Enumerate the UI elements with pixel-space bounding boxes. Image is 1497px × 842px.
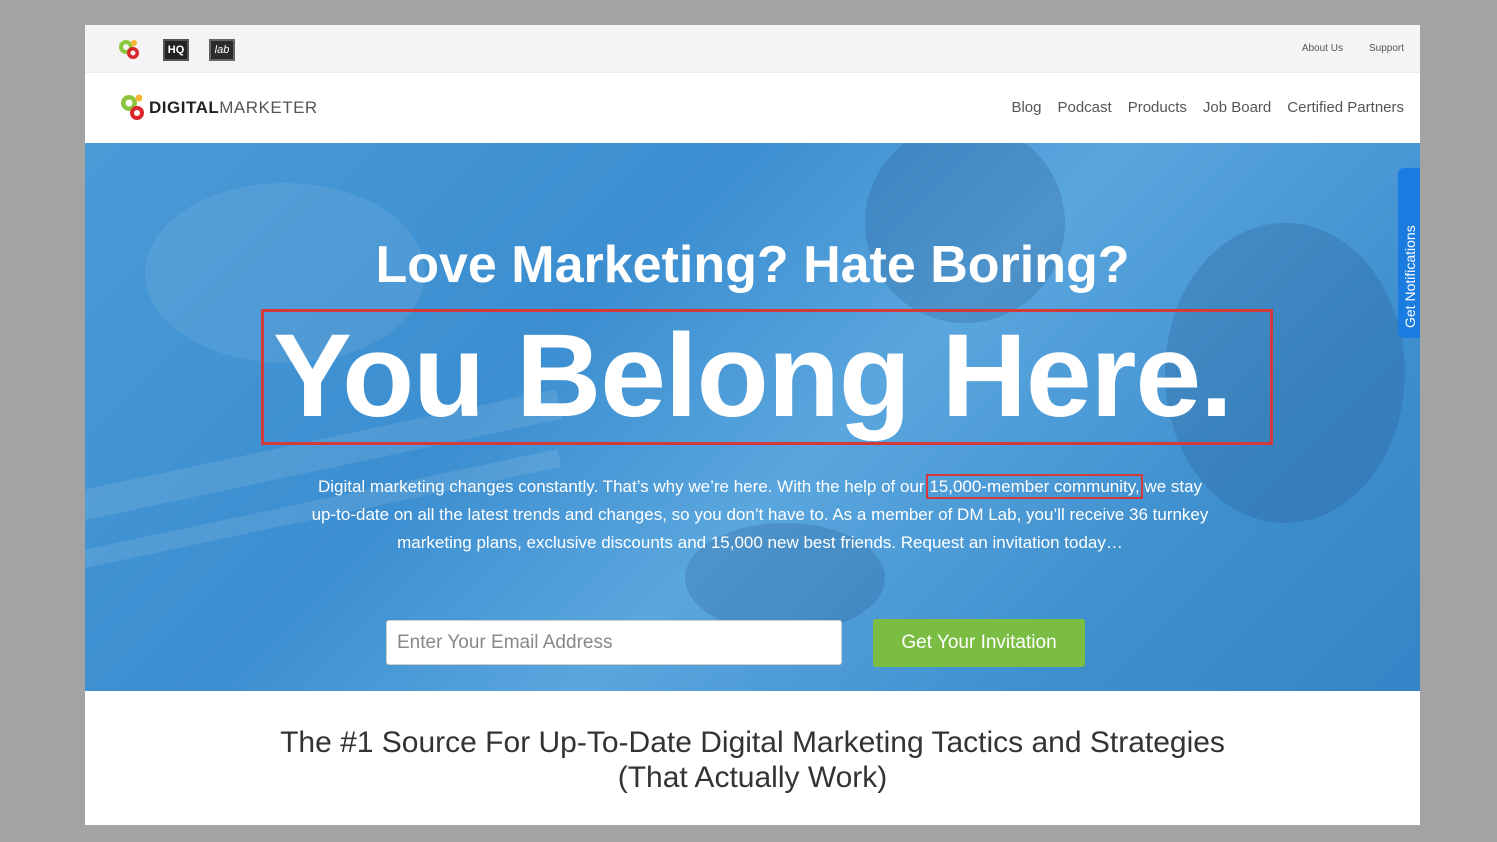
notifications-tab[interactable]: Get Notifications (1398, 168, 1420, 338)
member-community-highlight: 15,000-member community, (926, 474, 1143, 499)
about-us-link[interactable]: About Us (1302, 43, 1343, 54)
get-invitation-button[interactable]: Get Your Invitation (873, 619, 1085, 667)
brand-icons: HQ lab (117, 37, 235, 63)
gear-logo-icon[interactable] (117, 37, 143, 63)
nav-podcast[interactable]: Podcast (1057, 99, 1111, 116)
lab-icon[interactable]: lab (209, 39, 235, 61)
tagline: The #1 Source For Up-To-Date Digital Mar… (85, 725, 1420, 795)
nav-links: Blog Podcast Products Job Board Certifie… (1011, 99, 1404, 116)
logo-text: DIGITALMARKETER (149, 98, 318, 117)
top-utility-bar: HQ lab About Us Support (85, 25, 1420, 73)
tagline-line-2: (That Actually Work) (617, 761, 888, 794)
hq-icon[interactable]: HQ (163, 39, 189, 61)
nav-products[interactable]: Products (1128, 99, 1187, 116)
hero-description: Digital marketing changes constantly. Th… (311, 474, 1209, 552)
logo-gears-icon (121, 94, 144, 120)
digital-marketer-logo[interactable]: DIGITALMARKETER (119, 91, 318, 125)
hero-headline: You Belong Here. (273, 310, 1233, 442)
nav-job-board[interactable]: Job Board (1203, 99, 1271, 116)
notifications-tab-label: Get Notifications (1402, 225, 1418, 328)
nav-certified-partners[interactable]: Certified Partners (1287, 99, 1404, 116)
page: HQ lab About Us Support DIGITALMARKETER … (85, 25, 1420, 825)
hero-section: Love Marketing? Hate Boring? You Belong … (85, 143, 1420, 691)
nav-blog[interactable]: Blog (1011, 99, 1041, 116)
support-link[interactable]: Support (1369, 43, 1404, 54)
main-nav: DIGITALMARKETER Blog Podcast Products Jo… (85, 73, 1420, 143)
utility-links: About Us Support (1302, 43, 1404, 54)
hero-subtitle: Love Marketing? Hate Boring? (375, 236, 1130, 294)
hero-bg-photo (865, 143, 1065, 323)
email-input[interactable] (386, 620, 842, 665)
tagline-line-1: The #1 Source For Up-To-Date Digital Mar… (280, 726, 1225, 759)
